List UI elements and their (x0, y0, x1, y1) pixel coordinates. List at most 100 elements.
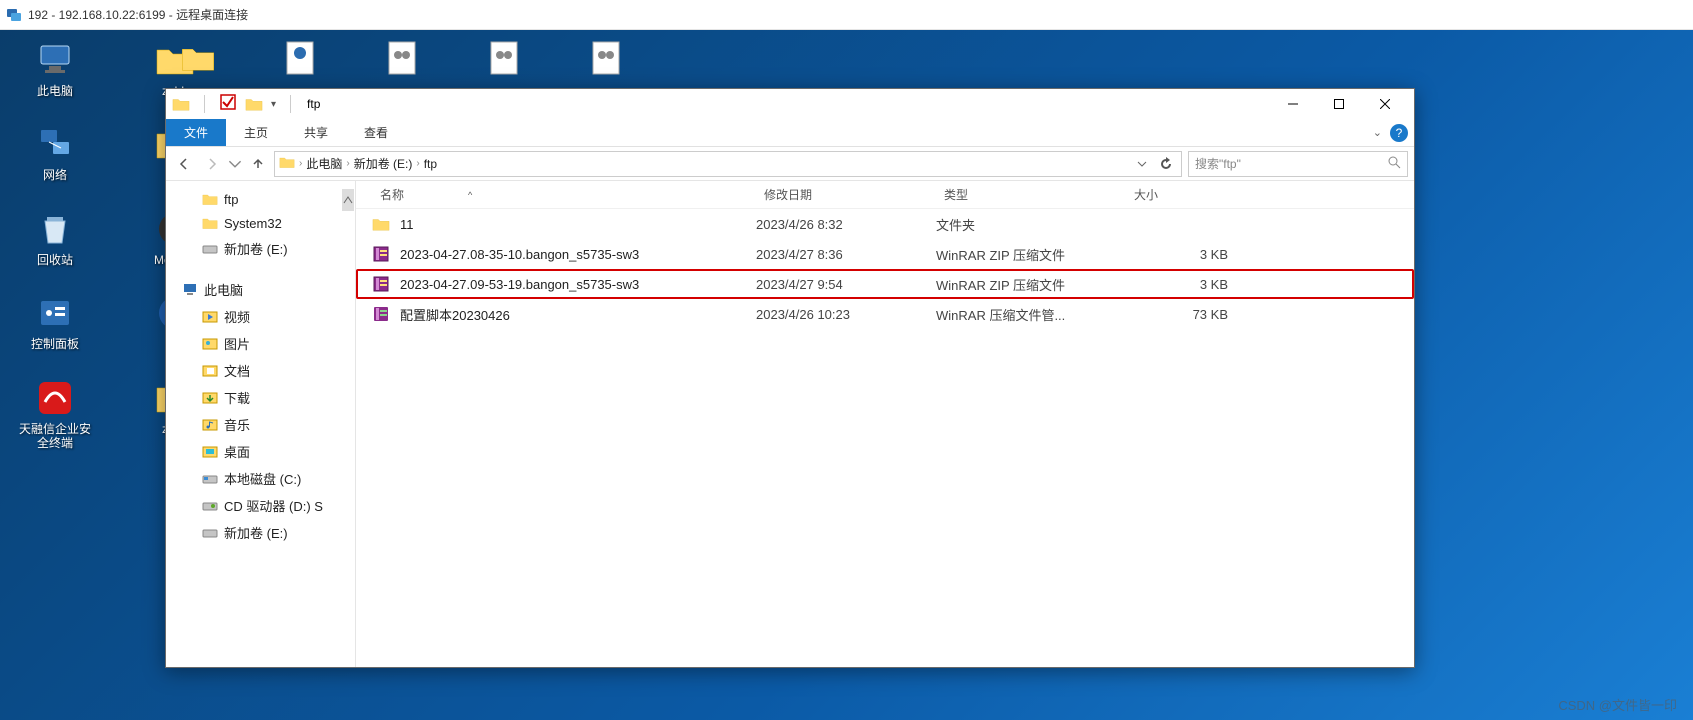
file-name: 配置脚本20230426 (400, 305, 510, 324)
ribbon-expand-icon[interactable]: ⌄ (1373, 126, 1382, 139)
zip-icon (372, 245, 390, 263)
tree-downloads[interactable]: 下载 (166, 384, 355, 411)
remote-desktop: 此电脑 网络 回收站 控制面板 天融信企业安全终端 zabb (0, 30, 1693, 720)
help-icon[interactable]: ? (1390, 124, 1408, 142)
file-date: 2023/4/27 8:36 (756, 247, 936, 262)
file-size: 3 KB (1126, 277, 1236, 292)
tree-drive-e2[interactable]: 新加卷 (E:) (166, 519, 355, 546)
qat-checkbox-icon[interactable] (219, 93, 237, 116)
ribbon-tab-view[interactable]: 查看 (346, 119, 406, 146)
qat-dropdown-icon[interactable]: ▾ (271, 99, 276, 110)
recycle-bin-icon (35, 209, 75, 249)
breadcrumb-folder[interactable]: ftp (424, 157, 437, 171)
file-date: 2023/4/26 10:23 (756, 307, 936, 322)
tree-music[interactable]: 音乐 (166, 411, 355, 438)
tree-drive-c[interactable]: 本地磁盘 (C:) (166, 465, 355, 492)
rdp-titlebar: 192 - 192.168.10.22:6199 - 远程桌面连接 (0, 0, 1693, 30)
col-date[interactable]: 修改日期 (756, 186, 936, 203)
html-file-icon (282, 40, 318, 76)
search-input[interactable]: 搜索"ftp" (1188, 151, 1408, 177)
tree-drive-e[interactable]: 新加卷 (E:) (166, 235, 355, 262)
refresh-icon[interactable] (1155, 153, 1177, 175)
breadcrumb-drive[interactable]: 新加卷 (E:) (354, 155, 413, 172)
search-icon[interactable] (1387, 155, 1401, 172)
ribbon-tab-file[interactable]: 文件 (166, 119, 226, 146)
folder-icon (172, 95, 190, 113)
rar-icon (372, 305, 390, 323)
tree-this-pc[interactable]: 此电脑 (166, 276, 355, 303)
file-rows: 112023/4/26 8:32文件夹2023-04-27.08-35-10.b… (356, 209, 1414, 667)
file-name: 2023-04-27.08-35-10.bangon_s5735-sw3 (400, 247, 639, 262)
ribbon: 文件 主页 共享 查看 ⌄ ? (166, 119, 1414, 147)
address-bar[interactable]: › 此电脑 › 新加卷 (E:) › ftp (274, 151, 1182, 177)
folder-icon (202, 191, 218, 207)
desktop-folder-icon (202, 444, 218, 460)
bat-file-icon (486, 40, 522, 76)
chevron-right-icon[interactable]: › (346, 158, 349, 169)
file-size: 73 KB (1126, 307, 1236, 322)
file-row[interactable]: 配置脚本20230426 2023/4/26 10:23WinRAR 压缩文件管.… (356, 299, 1414, 329)
tree-scroll-up[interactable] (342, 189, 354, 211)
folder-icon (372, 215, 390, 233)
zip-icon (372, 275, 390, 293)
file-type: WinRAR 压缩文件管... (936, 305, 1126, 324)
folder-icon[interactable] (245, 95, 263, 113)
file-name: 11 (400, 217, 414, 232)
nav-forward-button[interactable] (200, 152, 224, 176)
tree-system32[interactable]: System32 (166, 211, 355, 235)
nav-up-button[interactable] (246, 152, 270, 176)
pc-icon (182, 282, 198, 298)
chevron-right-icon[interactable]: › (416, 158, 419, 169)
drive-icon (202, 471, 218, 487)
file-type: 文件夹 (936, 215, 1126, 234)
col-name[interactable]: 名称 ^ (356, 186, 756, 203)
address-dropdown-icon[interactable] (1131, 153, 1153, 175)
desktop-file-1[interactable] (180, 40, 216, 76)
desktop-file-5[interactable] (588, 40, 624, 76)
maximize-button[interactable] (1316, 89, 1362, 119)
search-placeholder: 搜索"ftp" (1195, 155, 1241, 172)
explorer-titlebar[interactable]: ▾ ftp (166, 89, 1414, 119)
bat-file-icon (588, 40, 624, 76)
tree-documents[interactable]: 文档 (166, 357, 355, 384)
drive-icon (202, 241, 218, 257)
desktop-icon-this-pc[interactable]: 此电脑 (35, 40, 75, 98)
pictures-icon (202, 336, 218, 352)
col-type[interactable]: 类型 (936, 186, 1126, 203)
col-size[interactable]: 大小 (1126, 186, 1236, 203)
folder-icon (202, 215, 218, 231)
tree-drive-d[interactable]: CD 驱动器 (D:) S (166, 492, 355, 519)
ribbon-tab-home[interactable]: 主页 (226, 119, 286, 146)
close-button[interactable] (1362, 89, 1408, 119)
file-row[interactable]: 2023-04-27.08-35-10.bangon_s5735-sw3 2023… (356, 239, 1414, 269)
documents-icon (202, 363, 218, 379)
desktop-file-3[interactable] (384, 40, 420, 76)
window-title: ftp (307, 97, 320, 111)
desktop-icon-topsec[interactable]: 天融信企业安全终端 (17, 378, 93, 451)
control-panel-icon (35, 293, 75, 333)
nav-history-button[interactable] (228, 152, 242, 176)
breadcrumb-root[interactable]: 此电脑 (306, 155, 342, 172)
tree-desktop[interactable]: 桌面 (166, 438, 355, 465)
tree-ftp[interactable]: ftp (166, 187, 355, 211)
tree-videos[interactable]: 视频 (166, 303, 355, 330)
file-pane: 名称 ^ 修改日期 类型 大小 112023/4/26 8:32文件夹2023-… (356, 181, 1414, 667)
desktop-file-2[interactable] (282, 40, 318, 76)
file-type: WinRAR ZIP 压缩文件 (936, 275, 1126, 294)
nav-back-button[interactable] (172, 152, 196, 176)
music-icon (202, 417, 218, 433)
nav-tree[interactable]: ftp System32 新加卷 (E:) 此电脑 视频 图片 文档 下载 音乐… (166, 181, 356, 667)
desktop-file-4[interactable] (486, 40, 522, 76)
file-row[interactable]: 2023-04-27.09-53-19.bangon_s5735-sw32023… (356, 269, 1414, 299)
chevron-right-icon[interactable]: › (299, 158, 302, 169)
tree-pictures[interactable]: 图片 (166, 330, 355, 357)
desktop-icon-control-panel[interactable]: 控制面板 (31, 293, 79, 351)
desktop-top-row (180, 40, 624, 76)
explorer-window: ▾ ftp 文件 主页 共享 查看 ⌄ ? (165, 88, 1415, 668)
address-row: › 此电脑 › 新加卷 (E:) › ftp 搜索"ftp" (166, 147, 1414, 181)
desktop-icon-recycle-bin[interactable]: 回收站 (35, 209, 75, 267)
minimize-button[interactable] (1270, 89, 1316, 119)
ribbon-tab-share[interactable]: 共享 (286, 119, 346, 146)
desktop-icon-network[interactable]: 网络 (35, 124, 75, 182)
file-row[interactable]: 112023/4/26 8:32文件夹 (356, 209, 1414, 239)
